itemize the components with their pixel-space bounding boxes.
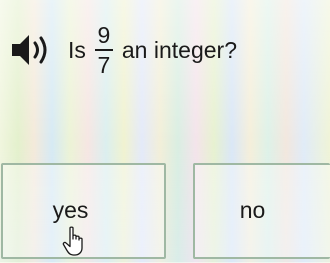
hand-pointer-icon bbox=[62, 226, 88, 258]
yes-label: yes bbox=[52, 196, 89, 223]
question-prefix: Is bbox=[68, 36, 86, 63]
question-suffix: an integer? bbox=[121, 36, 237, 63]
question-prompt: Is 9 7 an integer? bbox=[8, 14, 237, 86]
fraction-denominator: 7 bbox=[97, 51, 111, 78]
fraction: 9 7 bbox=[94, 21, 113, 78]
no-button[interactable]: no bbox=[193, 163, 330, 259]
no-label: no bbox=[239, 196, 266, 223]
speaker-icon[interactable] bbox=[8, 29, 58, 71]
fraction-numerator: 9 bbox=[97, 21, 111, 48]
